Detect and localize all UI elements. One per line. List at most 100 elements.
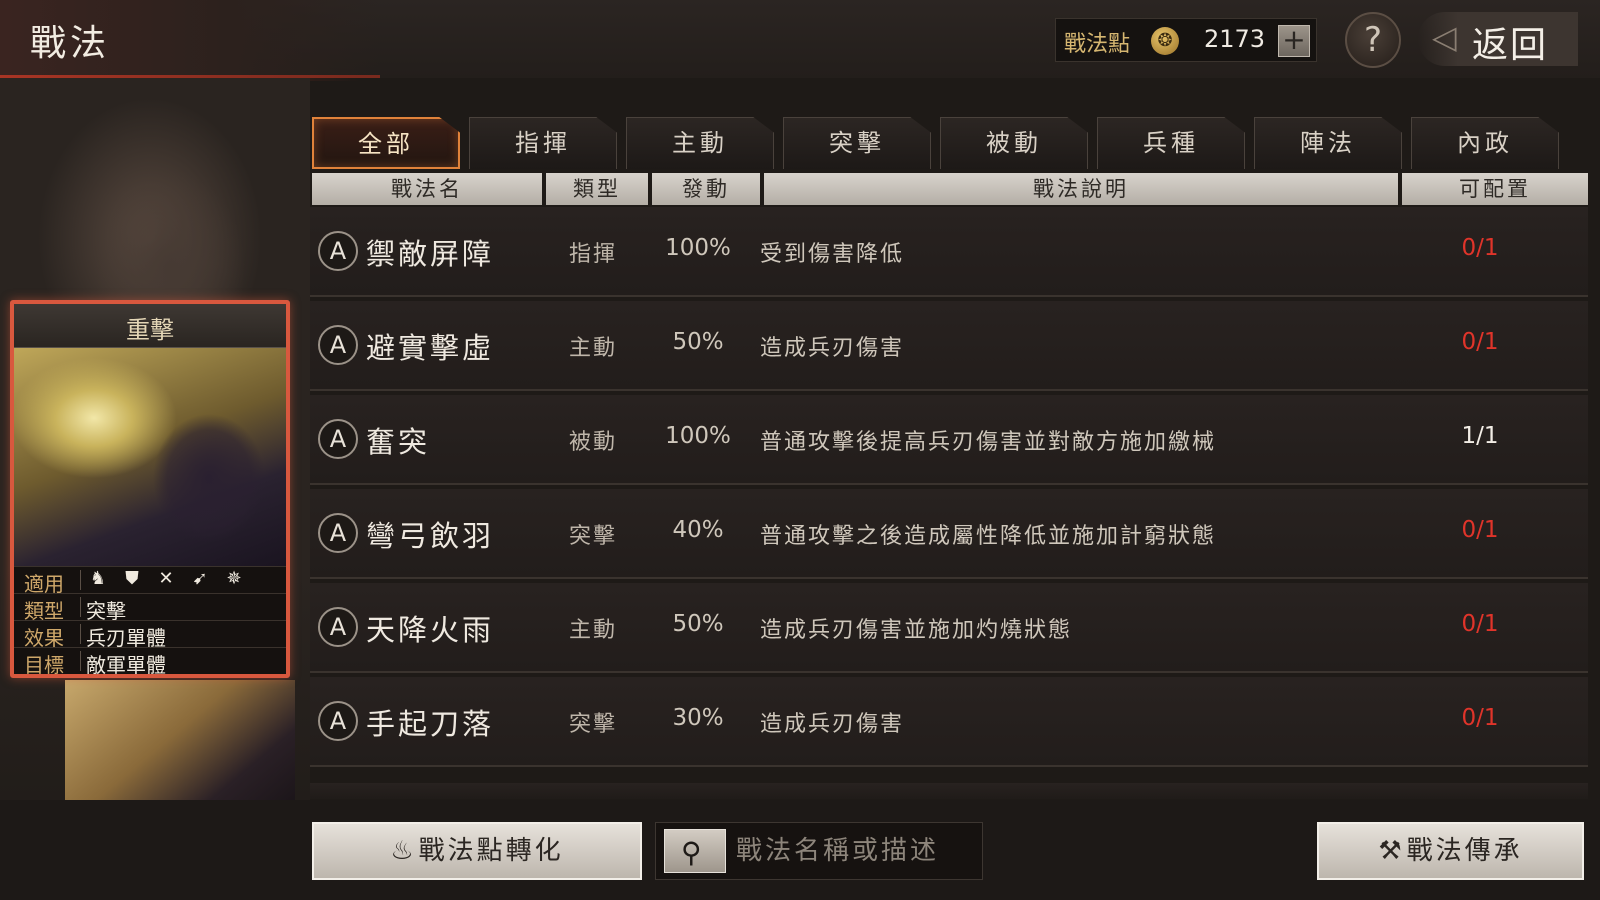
search-box: ⚲: [655, 822, 983, 880]
points-coin-icon: ❂: [1151, 27, 1179, 55]
top-bar: 戰法 戰法點 ❂ 2173 + ? ◁ 返回: [0, 0, 1600, 81]
search-input[interactable]: [736, 831, 976, 871]
card-effect-row: 效果 兵刃單體: [14, 620, 286, 650]
bow-icon: ➹: [192, 568, 208, 589]
back-label: 返回: [1472, 25, 1549, 66]
tactic-type: 被動: [568, 430, 617, 455]
column-header-trigger[interactable]: 發動: [652, 173, 760, 205]
table-row[interactable]: A 避實擊虛 主動 50% 造成兵刃傷害 0/1: [310, 301, 1588, 391]
table-row[interactable]: A 彎弓飲羽 突擊 40% 普通攻擊之後造成屬性降低並施加計窮狀態 0/1: [310, 489, 1588, 579]
tab-all[interactable]: 全部: [312, 117, 460, 169]
tactic-slots: 0/1: [1461, 705, 1499, 731]
info-divider: [80, 570, 81, 590]
tactic-description: 普通攻擊後提高兵刃傷害並對敵方施加繳械: [760, 430, 1217, 455]
card-type-row: 類型 突擊: [14, 593, 286, 623]
tab-formation[interactable]: 陣法: [1254, 117, 1402, 169]
hammer-icon: ⚒: [1378, 836, 1405, 866]
title-plate: 戰法: [0, 0, 380, 81]
tactic-description: 受到傷害降低: [760, 242, 905, 267]
target-key: 目標: [24, 653, 64, 677]
tab-assault[interactable]: 突擊: [783, 117, 931, 169]
tactic-description: 造成兵刃傷害並施加灼燒狀態: [760, 618, 1073, 643]
tactic-slots: 0/1: [1461, 517, 1499, 543]
tactic-trigger-rate: 40%: [672, 517, 724, 543]
spear-icon: ✕: [158, 568, 174, 589]
tactic-slots: 0/1: [1461, 611, 1499, 637]
convert-points-button[interactable]: ♨戰法點轉化: [312, 822, 642, 880]
tactic-description: 普通攻擊之後造成屬性降低並施加計窮狀態: [760, 524, 1217, 549]
tactic-description: 造成兵刃傷害: [760, 336, 905, 361]
tactic-slots: 0/1: [1461, 329, 1499, 355]
background-battle-art: [65, 680, 295, 810]
grade-badge: A: [318, 325, 358, 365]
tactics-table: A 禦敵屏障 指揮 100% 受到傷害降低 0/1 A 避實擊虛 主動 50% …: [310, 207, 1588, 799]
add-points-button[interactable]: +: [1278, 25, 1310, 57]
points-label: 戰法點: [1064, 32, 1131, 57]
grade-badge: A: [318, 231, 358, 271]
table-row[interactable]: A 禦敵屏障 指揮 100% 受到傷害降低 0/1: [310, 207, 1588, 297]
column-header-type[interactable]: 類型: [546, 173, 648, 205]
tab-command[interactable]: 指揮: [469, 117, 617, 169]
tactic-trigger-rate: 30%: [672, 705, 724, 731]
info-divider: [80, 597, 81, 617]
table-row[interactable]: A 天降火雨 主動 50% 造成兵刃傷害並施加灼燒狀態 0/1: [310, 583, 1588, 673]
search-icon: ⚲: [681, 836, 702, 869]
back-arrow-icon: ◁: [1432, 18, 1457, 56]
table-row-partial[interactable]: [310, 783, 1588, 799]
card-info: 適用 ♞ ⛊ ✕ ➹ ✵ 類型 突擊 效果 兵刃單體 目標 敵軍單體: [14, 566, 286, 677]
target-value: 敵軍單體: [86, 653, 166, 677]
card-illustration: [14, 348, 286, 566]
tactic-type: 突擊: [568, 712, 617, 737]
tactic-trigger-rate: 50%: [672, 329, 724, 355]
column-header-assignable[interactable]: 可配置: [1402, 173, 1588, 205]
help-button[interactable]: ?: [1345, 12, 1401, 68]
flame-icon: ♨: [390, 836, 417, 866]
search-button[interactable]: ⚲: [664, 829, 726, 873]
points-value: 2173: [1204, 25, 1266, 53]
info-divider: [80, 624, 81, 644]
inherit-label: 戰法傳承: [1406, 836, 1523, 866]
cavalry-icon: ♞: [89, 568, 107, 589]
tactic-type: 指揮: [568, 242, 617, 267]
back-button[interactable]: ◁ 返回: [1418, 12, 1578, 66]
tab-passive[interactable]: 被動: [940, 117, 1088, 169]
grade-badge: A: [318, 513, 358, 553]
card-applies-row: 適用 ♞ ⛊ ✕ ➹ ✵: [14, 566, 286, 596]
tactic-points-display: 戰法點 ❂ 2173 +: [1055, 18, 1317, 62]
tactic-type: 突擊: [568, 524, 617, 549]
tactic-name: 避實擊虛: [366, 331, 495, 365]
info-divider: [80, 651, 81, 671]
card-title-bar: 重擊: [14, 304, 286, 348]
tactic-name: 天降火雨: [366, 613, 495, 647]
tactic-trigger-rate: 50%: [672, 611, 724, 637]
tactic-name: 彎弓飲羽: [366, 519, 495, 553]
shield-icon: ⛊: [125, 568, 139, 589]
selected-tactic-card[interactable]: 重擊 適用 ♞ ⛊ ✕ ➹ ✵ 類型 突擊 效果 兵刃單體 目標 敵軍單體: [10, 300, 290, 678]
tactic-name: 禦敵屏障: [366, 237, 495, 271]
column-header-name[interactable]: 戰法名: [312, 173, 542, 205]
page-title: 戰法: [30, 23, 111, 64]
tactic-trigger-rate: 100%: [665, 423, 731, 449]
tactic-slots: 0/1: [1461, 235, 1499, 261]
tactic-description: 造成兵刃傷害: [760, 712, 905, 737]
siege-icon: ✵: [226, 568, 242, 589]
table-row[interactable]: A 手起刀落 突擊 30% 造成兵刃傷害 0/1: [310, 677, 1588, 767]
tactic-type: 主動: [568, 336, 617, 361]
card-target-row: 目標 敵軍單體: [14, 647, 286, 677]
inherit-tactic-button[interactable]: ⚒戰法傳承: [1317, 822, 1584, 880]
table-row[interactable]: A 奮突 被動 100% 普通攻擊後提高兵刃傷害並對敵方施加繳械 1/1: [310, 395, 1588, 485]
tactic-trigger-rate: 100%: [665, 235, 731, 261]
card-rider-silhouette: [134, 398, 284, 558]
grade-badge: A: [318, 701, 358, 741]
card-title: 重擊: [126, 316, 174, 344]
convert-label: 戰法點轉化: [418, 836, 564, 866]
tactic-name: 手起刀落: [366, 707, 495, 741]
tactic-name: 奮突: [366, 425, 431, 459]
grade-badge: A: [318, 607, 358, 647]
grade-badge: A: [318, 419, 358, 459]
tactic-slots: 1/1: [1461, 423, 1499, 449]
tab-troop[interactable]: 兵種: [1097, 117, 1245, 169]
tab-internal[interactable]: 內政: [1411, 117, 1559, 169]
column-header-description: 戰法說明: [764, 173, 1398, 205]
tab-active[interactable]: 主動: [626, 117, 774, 169]
